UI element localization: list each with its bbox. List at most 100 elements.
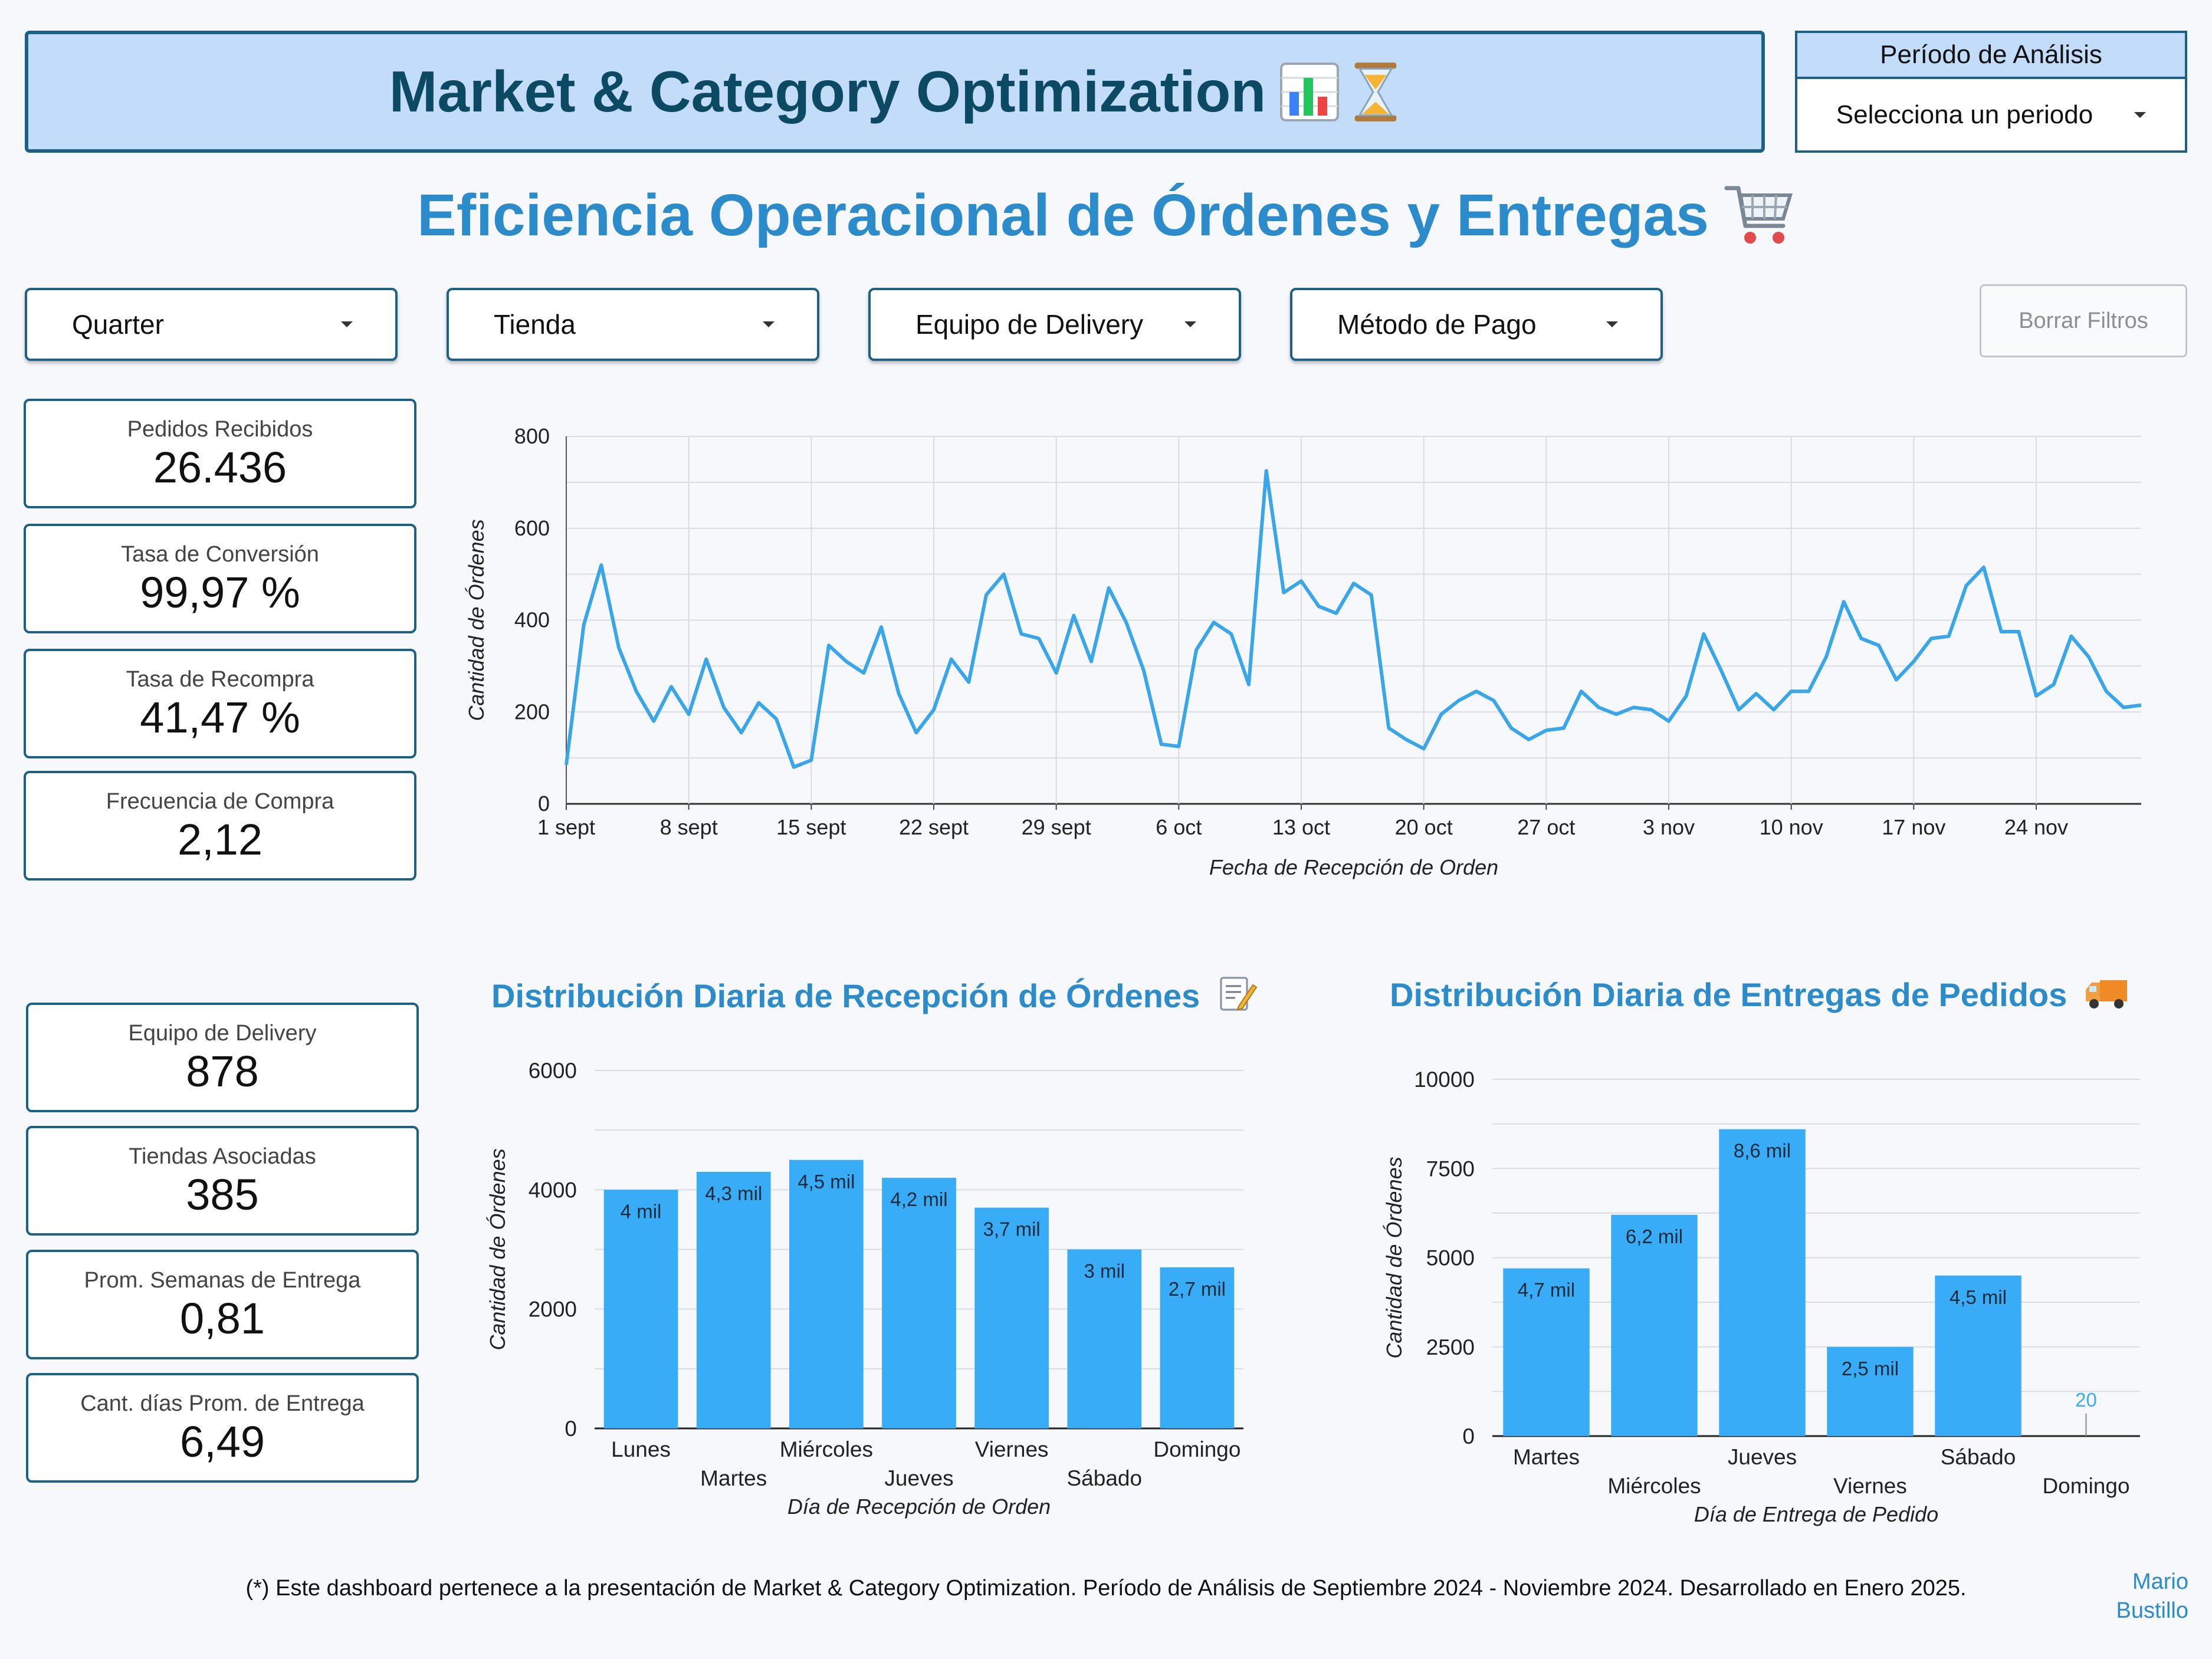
chevron-down-icon [341,321,353,327]
y-axis-title: Cantidad de Órdenes [1382,1157,1406,1358]
data-label: 4,2 mil [890,1188,947,1210]
kpi-equipo-delivery: Equipo de Delivery 878 [26,1003,419,1112]
kpi-value: 26.436 [153,442,287,492]
metodo-filter-label: Método de Pago [1337,309,1537,340]
quarter-filter[interactable]: Quarter [25,288,398,361]
period-label: Período de Análisis [1795,31,2187,79]
kpi-value: 385 [186,1169,259,1219]
kpi-tasa-recompra: Tasa de Recompra 41,47 % [24,649,416,758]
kpi-label: Tasa de Conversión [121,541,319,567]
x-tick-label: Jueves [884,1466,953,1490]
delivery-chart-title-text: Distribución Diaria de Entregas de Pedid… [1390,976,2067,1013]
data-label: 20 [2075,1389,2097,1411]
chevron-down-icon [1606,321,1618,327]
kpi-frecuencia-compra: Frecuencia de Compra 2,12 [24,771,416,881]
equipo-filter[interactable]: Equipo de Delivery [868,288,1241,361]
data-label: 3 mil [1084,1260,1125,1282]
data-label: 4,7 mil [1518,1279,1575,1301]
data-label: 2,7 mil [1169,1278,1226,1300]
quarter-filter-label: Quarter [72,309,164,340]
chevron-down-icon [763,321,774,327]
chevron-down-icon [2134,111,2147,118]
period-dropdown-value: Selecciona un periodo [1836,100,2093,129]
y-tick-label: 200 [514,699,550,724]
bar [1611,1214,1698,1436]
kpi-label: Prom. Semanas de Entrega [84,1267,361,1293]
author-credit[interactable]: Mario Bustillo [2100,1568,2189,1626]
reception-chart-title-text: Distribución Diaria de Recepción de Órde… [491,977,1200,1014]
y-tick-label: 7500 [1426,1157,1475,1181]
x-tick-label: 24 nov [2004,815,2068,839]
delivery-bar-chart: 0 2500 5000 7500 10000 4,7 mil Martes 6,2 mil Mi… [1382,1067,2140,1526]
x-axis-title: Día de Recepción de Orden [787,1494,1051,1519]
chevron-down-icon [1184,321,1196,327]
x-tick-label: 8 sept [660,815,718,839]
kpi-label: Pedidos Recibidos [127,416,313,442]
x-tick-label: Sábado [1066,1466,1142,1490]
y-tick-label: 0 [565,1417,577,1441]
x-axis-title: Día de Entrega de Pedido [1694,1502,1938,1526]
footer-note: (*) Este dashboard pertenece a la presen… [245,1576,1967,1601]
data-label: 2,5 mil [1842,1358,1899,1379]
kpi-label: Tiendas Asociadas [129,1144,316,1169]
dashboard-title-banner: Market & Category Optimization [25,31,1765,153]
reception-chart-title: Distribución Diaria de Recepción de Órde… [491,974,1258,1015]
y-tick-label: 4000 [529,1178,577,1202]
period-dropdown[interactable]: Selecciona un periodo [1795,79,2187,153]
data-label: 4 mil [621,1200,662,1222]
orders-line [565,469,2142,769]
kpi-label: Tasa de Recompra [126,666,314,692]
delivery-chart-title: Distribución Diaria de Entregas de Pedid… [1390,974,2129,1014]
x-tick-label: 22 sept [899,815,969,839]
y-tick-label: 2000 [529,1297,577,1322]
kpi-value: 878 [186,1046,259,1096]
data-label: 8,6 mil [1734,1140,1791,1162]
y-tick-label: 400 [514,608,550,632]
y-axis-title: Cantidad de Órdenes [485,1148,510,1350]
section-title-text: Eficiencia Operacional de Órdenes y Entr… [417,182,1709,248]
metodo-filter[interactable]: Método de Pago [1290,288,1663,361]
kpi-label: Equipo de Delivery [128,1020,317,1046]
y-tick-label: 0 [1462,1424,1475,1448]
kpi-value: 99,97 % [140,567,300,617]
y-tick-label: 6000 [529,1059,577,1083]
y-tick-label: 5000 [1426,1246,1475,1270]
kpi-pedidos-recibidos: Pedidos Recibidos 26.436 [24,399,416,508]
y-tick-label: 0 [538,791,550,816]
y-tick-label: 2500 [1426,1335,1475,1359]
kpi-label: Frecuencia de Compra [106,789,334,814]
x-tick-label: 6 oct [1156,815,1202,839]
kpi-tasa-conversion: Tasa de Conversión 99,97 % [24,524,416,633]
x-tick-label: Miércoles [1607,1474,1701,1498]
x-tick-label: Lunes [611,1437,671,1461]
delivery-truck-icon [2085,980,2127,1008]
data-label: 4,3 mil [705,1182,762,1204]
x-tick-label: 27 oct [1517,815,1575,839]
y-tick-label: 10000 [1414,1067,1475,1092]
x-tick-label: 10 nov [1760,815,1823,839]
tienda-filter[interactable]: Tienda [447,288,819,361]
kpi-dias-prom-entrega: Cant. días Prom. de Entrega 6,49 [26,1373,419,1483]
bar [882,1178,956,1428]
x-tick-label: Sábado [1941,1445,2016,1469]
x-tick-label: 29 sept [1022,815,1091,839]
tienda-filter-label: Tienda [494,309,576,340]
author-first-name: Mario [2132,1569,2188,1594]
bar [1719,1129,1806,1436]
x-tick-label: 15 sept [776,815,846,839]
x-tick-label: Viernes [975,1437,1049,1461]
hourglass-icon [1354,62,1397,121]
dashboard-title: Market & Category Optimization [389,59,1266,124]
bar [603,1190,678,1428]
y-tick-label: 600 [514,516,550,540]
bar-chart-icon [1280,62,1340,121]
data-label: 3,7 mil [983,1218,1041,1240]
orders-line-chart: 0 200 400 600 800 1 sept 8 sept 15 sept 22 sept 2… [464,424,2142,879]
kpi-value: 0,81 [179,1293,265,1343]
reception-bar-chart: 0 2000 4000 6000 4 mil Lunes 4,3 mil Martes 4,5 … [485,1059,1243,1519]
equipo-filter-label: Equipo de Delivery [915,309,1144,340]
data-label: 4,5 mil [797,1171,855,1192]
x-tick-label: Jueves [1728,1445,1797,1469]
clear-filters-button[interactable]: Borrar Filtros [1980,284,2187,357]
bar [696,1171,771,1428]
